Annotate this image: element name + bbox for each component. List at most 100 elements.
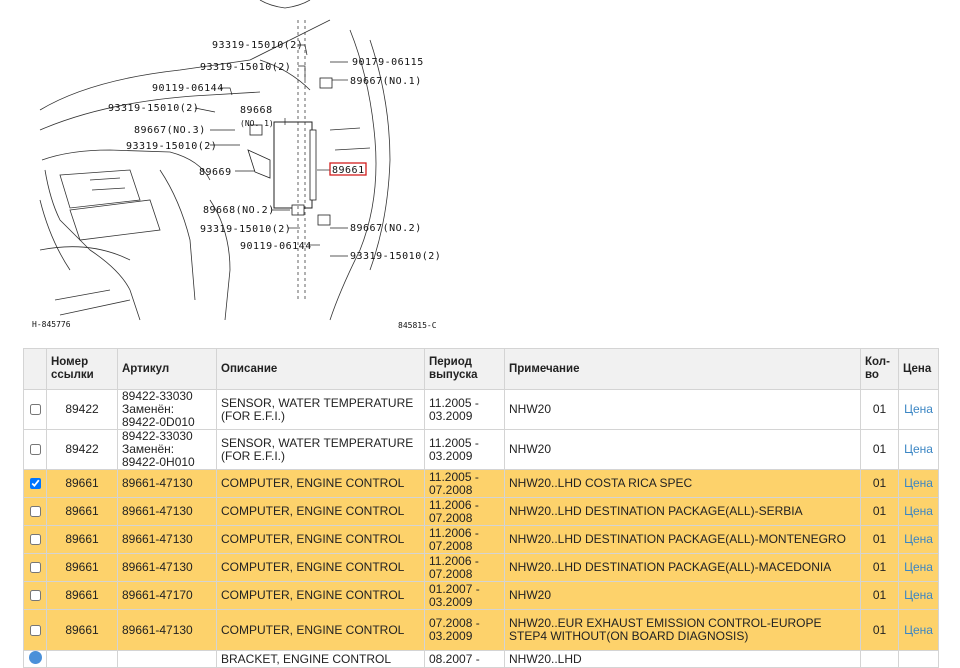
note-cell: NHW20..LHD DESTINATION PACKAGE(ALL)-MONT… bbox=[504, 525, 861, 554]
row-select-checkbox[interactable] bbox=[28, 651, 42, 664]
row-select-checkbox[interactable] bbox=[29, 534, 41, 546]
qty-cell: 01 bbox=[860, 581, 899, 610]
row-select-cell bbox=[23, 429, 47, 470]
header-note: Примечание bbox=[504, 348, 861, 390]
table-row: 89661 89661-47130 COMPUTER, ENGINE CONTROL… bbox=[23, 497, 939, 526]
header-desc: Описание bbox=[216, 348, 425, 390]
note-cell: NHW20 bbox=[504, 429, 861, 470]
qty-cell: 01 bbox=[860, 469, 899, 498]
note-cell: NHW20..LHD DESTINATION PACKAGE(ALL)-SERB… bbox=[504, 497, 861, 526]
price-cell: Цена bbox=[898, 609, 939, 651]
period-cell: 11.2005 - 03.2009 bbox=[424, 429, 505, 470]
price-link[interactable]: Цена bbox=[904, 623, 933, 637]
callout-label: 89668 bbox=[240, 105, 273, 116]
row-select-checkbox[interactable] bbox=[29, 478, 41, 490]
callout-label: 93319-15010(2) bbox=[108, 103, 199, 114]
row-select-checkbox[interactable] bbox=[29, 562, 41, 574]
desc-cell: SENSOR, WATER TEMPERATURE (FOR E.F.I.) bbox=[216, 389, 425, 430]
price-cell bbox=[898, 650, 939, 668]
price-link[interactable]: Цена bbox=[904, 402, 933, 416]
qty-cell: 01 bbox=[860, 497, 899, 526]
header-qty: Кол-во bbox=[860, 348, 899, 390]
callout-label: 93319-15010(2) bbox=[126, 141, 217, 152]
note-cell: NHW20 bbox=[504, 389, 861, 430]
header-article: Артикул bbox=[117, 348, 217, 390]
header-period: Период выпуска bbox=[424, 348, 505, 390]
diagram-ref-right: 845815-C bbox=[398, 321, 437, 330]
header-checkbox bbox=[23, 348, 47, 390]
qty-cell: 01 bbox=[860, 525, 899, 554]
qty-cell: 01 bbox=[860, 553, 899, 582]
callout-label-highlighted: 89661 bbox=[332, 165, 365, 176]
row-select-checkbox[interactable] bbox=[29, 404, 41, 416]
row-select-checkbox[interactable] bbox=[29, 624, 41, 636]
article-cell: 89661-47130 bbox=[117, 553, 217, 582]
row-select-cell bbox=[23, 469, 47, 498]
article-cell: 89422-33030 Заменён: 89422-0H010 bbox=[117, 429, 217, 470]
price-link[interactable]: Цена bbox=[904, 476, 933, 490]
diagram-ref-left: H-845776 bbox=[32, 320, 71, 329]
period-cell: 07.2008 - 03.2009 bbox=[424, 609, 505, 651]
header-price: Цена bbox=[898, 348, 939, 390]
desc-cell: COMPUTER, ENGINE CONTROL bbox=[216, 525, 425, 554]
callout-label: 89669 bbox=[199, 167, 232, 178]
price-link[interactable]: Цена bbox=[904, 560, 933, 574]
row-select-cell bbox=[23, 525, 47, 554]
ref-cell bbox=[46, 650, 118, 668]
parts-table: Номер ссылки Артикул Описание Период вып… bbox=[23, 348, 939, 668]
ref-cell: 89661 bbox=[46, 609, 118, 651]
ecu-box bbox=[247, 77, 333, 226]
article-cell: 89422-33030 Заменён: 89422-0D010 bbox=[117, 389, 217, 430]
price-link[interactable]: Цена bbox=[904, 442, 933, 456]
ref-cell: 89422 bbox=[46, 389, 118, 430]
article-cell bbox=[117, 650, 217, 668]
row-select-checkbox[interactable] bbox=[29, 590, 41, 602]
period-cell: 01.2007 - 03.2009 bbox=[424, 581, 505, 610]
row-select-cell bbox=[23, 650, 47, 668]
row-select-checkbox[interactable] bbox=[29, 506, 41, 518]
note-cell: NHW20 bbox=[504, 581, 861, 610]
ref-cell: 89661 bbox=[46, 553, 118, 582]
ref-cell: 89422 bbox=[46, 429, 118, 470]
qty-cell: 01 bbox=[860, 429, 899, 470]
table-row: 89422 89422-33030 Заменён: 89422-0H010 SEN… bbox=[23, 429, 939, 470]
price-link[interactable]: Цена bbox=[904, 532, 933, 546]
price-cell: Цена bbox=[898, 525, 939, 554]
qty-cell: 01 bbox=[860, 609, 899, 651]
price-cell: Цена bbox=[898, 497, 939, 526]
callout-label: (NO. 1) bbox=[240, 119, 274, 128]
row-select-cell bbox=[23, 609, 47, 651]
callout-label: 89667(NO.1) bbox=[350, 76, 422, 87]
table-row: 89661 89661-47130 COMPUTER, ENGINE CONTROL… bbox=[23, 553, 939, 582]
price-link[interactable]: Цена bbox=[904, 504, 933, 518]
note-cell: NHW20..LHD DESTINATION PACKAGE(ALL)-MACE… bbox=[504, 553, 861, 582]
row-select-cell bbox=[23, 497, 47, 526]
callout-label: 90179-06115 bbox=[352, 57, 424, 68]
table-row: 89661 89661-47130 COMPUTER, ENGINE CONTROL… bbox=[23, 525, 939, 554]
price-cell: Цена bbox=[898, 389, 939, 430]
row-select-checkbox[interactable] bbox=[29, 444, 41, 456]
price-link[interactable]: Цена bbox=[904, 588, 933, 602]
table-row: 89422 89422-33030 Заменён: 89422-0D010 SEN… bbox=[23, 389, 939, 430]
desc-cell: SENSOR, WATER TEMPERATURE (FOR E.F.I.) bbox=[216, 429, 425, 470]
ref-cell: 89661 bbox=[46, 581, 118, 610]
period-cell: 11.2006 - 07.2008 bbox=[424, 525, 505, 554]
row-select-cell bbox=[23, 553, 47, 582]
ref-cell: 89661 bbox=[46, 525, 118, 554]
note-cell: NHW20..LHD COSTA RICA SPEC bbox=[504, 469, 861, 498]
table-header: Номер ссылки Артикул Описание Период вып… bbox=[23, 348, 939, 390]
desc-cell: COMPUTER, ENGINE CONTROL bbox=[216, 609, 425, 651]
price-cell: Цена bbox=[898, 429, 939, 470]
note-cell: NHW20..EUR EXHAUST EMISSION CONTROL-EURO… bbox=[504, 609, 861, 651]
ref-cell: 89661 bbox=[46, 497, 118, 526]
desc-cell: COMPUTER, ENGINE CONTROL bbox=[216, 497, 425, 526]
qty-cell: 01 bbox=[860, 389, 899, 430]
period-cell: 11.2005 - 03.2009 bbox=[424, 389, 505, 430]
article-cell: 89661-47130 bbox=[117, 469, 217, 498]
period-cell: 11.2006 - 07.2008 bbox=[424, 497, 505, 526]
parts-diagram: 93319-15010(2) 93319-15010(2) 90179-0611… bbox=[32, 0, 441, 330]
table-row: BRACKET, ENGINE CONTROL 08.2007 - NHW20..L… bbox=[23, 650, 939, 668]
article-cell: 89661-47130 bbox=[117, 497, 217, 526]
callout-label: 93319-15010(2) bbox=[350, 251, 441, 262]
qty-cell bbox=[860, 650, 899, 668]
